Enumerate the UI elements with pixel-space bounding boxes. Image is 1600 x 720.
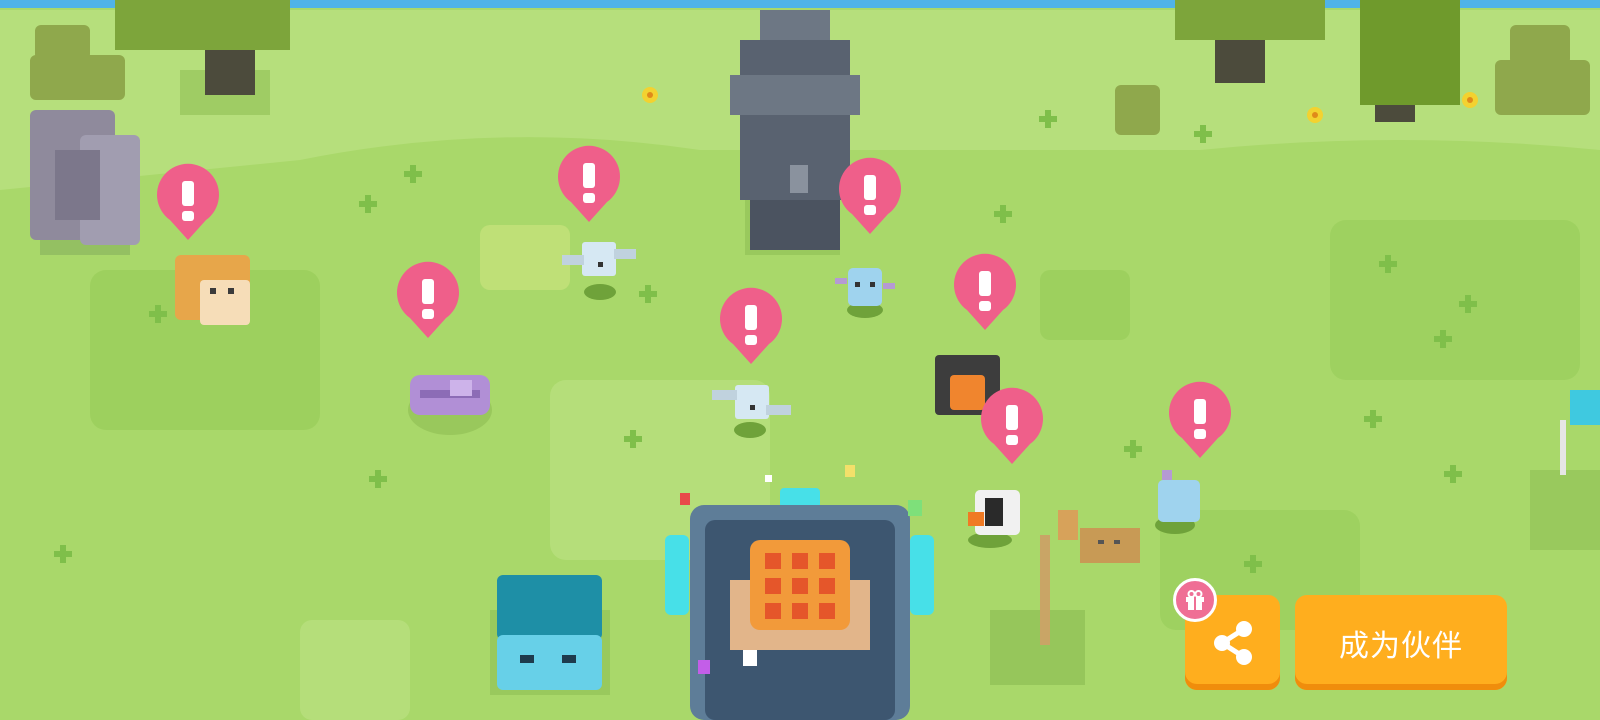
team-pokemon-blue[interactable]	[490, 575, 610, 695]
gift-badge[interactable]	[1173, 578, 1217, 622]
become-partner-button[interactable]: 成为伙伴	[1295, 595, 1507, 690]
grass-patch	[300, 620, 410, 720]
pokemon-sandshrew-mat	[1080, 528, 1140, 563]
pokemon-abra[interactable]	[175, 255, 250, 325]
gift-icon	[1186, 590, 1204, 610]
bush	[1115, 85, 1160, 135]
cooking-pot[interactable]	[665, 488, 934, 720]
grass-patch	[1040, 270, 1130, 340]
become-partner-label: 成为伙伴	[1339, 628, 1463, 664]
grass-patch	[480, 225, 570, 290]
share-icon	[1213, 620, 1252, 665]
tree	[1360, 0, 1460, 122]
pokemon-ekans[interactable]	[408, 375, 492, 435]
grass-patch	[1330, 220, 1580, 380]
